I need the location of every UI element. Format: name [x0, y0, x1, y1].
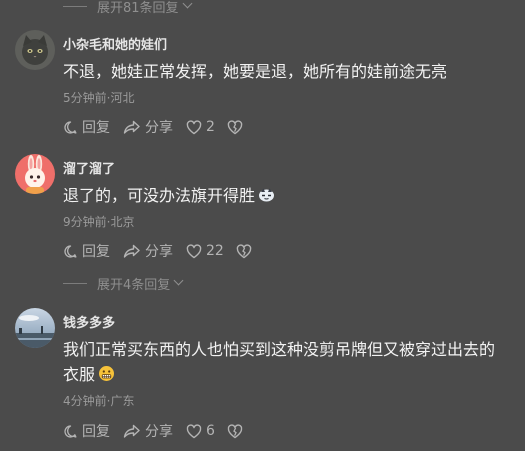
like-button[interactable]: 22 [186, 243, 224, 259]
share-label: 分享 [145, 120, 173, 136]
username[interactable]: 溜了溜了 [63, 158, 115, 177]
comment-text-line-1: 我们正常买东西的人也怕买到这种没剪吊牌但又被穿过出去的 [63, 340, 496, 359]
share-label: 分享 [145, 244, 173, 260]
comment-actions: 回复 分享 22 [63, 242, 252, 260]
avatar[interactable] [15, 308, 55, 348]
comment-text-body: 退了的，可没办法旗开得胜 [63, 186, 256, 205]
like-count: 6 [206, 423, 215, 439]
avatar[interactable] [15, 154, 55, 194]
share-icon [123, 120, 140, 134]
comment-meta: 4分钟前·广东 [63, 394, 135, 408]
share-label: 分享 [145, 424, 173, 440]
chevron-down-icon [182, 0, 192, 9]
username[interactable]: 钱多多多 [63, 312, 115, 331]
share-icon [123, 244, 140, 258]
reply-icon [64, 424, 77, 438]
divider-line [63, 282, 87, 284]
broken-heart-icon [227, 119, 243, 134]
comment-actions: 回复 分享 6 [63, 422, 243, 440]
like-button[interactable]: 2 [186, 119, 215, 135]
reply-icon [64, 244, 77, 258]
expand-replies-label: 展开81条回复 [97, 0, 179, 16]
grimace-face-emoji [98, 364, 115, 389]
reply-label: 回复 [82, 120, 110, 136]
username[interactable]: 小杂毛和她的娃们 [63, 34, 167, 53]
heart-icon [186, 119, 202, 134]
reply-button[interactable]: 回复 [63, 117, 110, 137]
comment-actions: 回复 分享 2 [63, 118, 243, 136]
heart-icon [186, 423, 202, 438]
comment-text-line-2: 衣服 [63, 362, 518, 389]
reply-button[interactable]: 回复 [63, 241, 110, 261]
reply-label: 回复 [82, 424, 110, 440]
reply-button[interactable]: 回复 [63, 421, 110, 441]
like-button[interactable]: 6 [186, 423, 215, 439]
broken-heart-icon [227, 423, 243, 438]
dislike-button[interactable] [236, 243, 252, 259]
comment-text-body: 衣服 [63, 365, 96, 384]
dislike-button[interactable] [227, 423, 243, 439]
expand-replies[interactable]: 展开4条回复 [63, 274, 184, 293]
expand-replies-label: 展开4条回复 [97, 277, 171, 293]
share-button[interactable]: 分享 [123, 117, 173, 137]
heart-icon [186, 243, 202, 258]
share-icon [123, 424, 140, 438]
comment-text: 退了的，可没办法旗开得胜 [63, 183, 518, 210]
chevron-down-icon [173, 275, 184, 286]
like-count: 22 [206, 243, 224, 259]
reply-icon [64, 120, 77, 134]
reply-label: 回复 [82, 244, 110, 260]
smirk-face-emoji [258, 185, 275, 210]
expand-replies-top[interactable]: 展开81条回复 [63, 0, 192, 16]
like-count: 2 [206, 119, 215, 135]
comment-meta: 5分钟前·河北 [63, 91, 135, 105]
share-button[interactable]: 分享 [123, 421, 173, 441]
comment-text: 不退，她娃正常发挥，她要是退，她所有的娃前途无亮 [63, 62, 448, 81]
dislike-button[interactable] [227, 119, 243, 135]
share-button[interactable]: 分享 [123, 241, 173, 261]
broken-heart-icon [236, 243, 252, 258]
avatar[interactable] [15, 30, 55, 70]
divider-line [63, 5, 87, 7]
comment-meta: 9分钟前·北京 [63, 215, 135, 229]
